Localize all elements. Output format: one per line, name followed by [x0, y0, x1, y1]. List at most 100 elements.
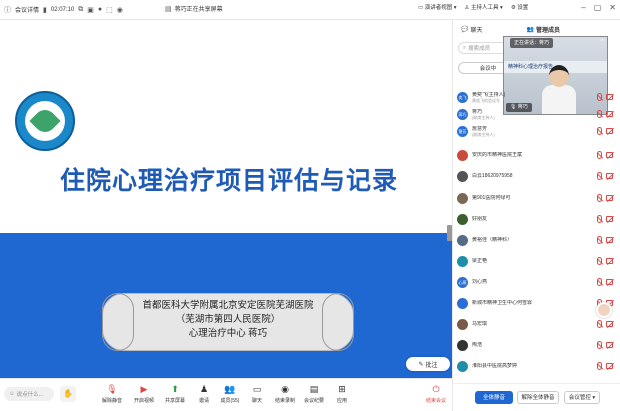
mic-muted-icon[interactable] — [597, 362, 602, 370]
member-status-icons — [597, 341, 613, 349]
member-status-icons — [597, 215, 613, 223]
camera-icon[interactable]: ● — [98, 6, 102, 13]
floating-avatar[interactable] — [596, 302, 612, 318]
camera-off-icon[interactable] — [606, 342, 613, 348]
camera-off-icon[interactable] — [606, 152, 613, 158]
member-row[interactable]: 白云18620975958 — [457, 169, 617, 183]
host-tools-button[interactable]: ♙ 主持人工具 ▾ — [465, 3, 503, 11]
mic-muted-icon[interactable] — [597, 257, 602, 265]
chat-tab-icon: 💬 — [461, 26, 469, 33]
collapse-video-icon[interactable]: ⌃ — [599, 38, 605, 46]
mic-muted-icon[interactable] — [597, 127, 602, 135]
member-name-text: 刘心燕 — [472, 279, 488, 285]
mic-muted-icon[interactable] — [597, 278, 602, 286]
raise-hand-icon[interactable]: ✋ — [60, 386, 76, 402]
invite-button[interactable]: ♟ 邀请 — [192, 384, 216, 404]
chat-button[interactable]: ▭ 聊天 — [245, 384, 269, 404]
member-row[interactable]: 蒋巧 蒋巧 (联席主持人) — [457, 107, 617, 121]
now-speaking-label: 正在讲话：蒋巧 — [510, 38, 554, 48]
camera-off-icon[interactable] — [606, 363, 613, 369]
member-status-icons — [597, 127, 613, 135]
tab-chat[interactable]: 💬 聊天 — [453, 25, 491, 34]
caption-line-1: 首都医科大学附属北京安定医院芜湖医院 — [142, 301, 314, 311]
stop-recording-button[interactable]: ◉ 结束录制 — [273, 384, 297, 404]
mic-muted-icon[interactable] — [597, 236, 602, 244]
camera-off-icon: ▶ — [140, 384, 148, 394]
mic-muted-icon[interactable] — [597, 215, 602, 223]
camera-off-icon[interactable] — [606, 173, 613, 179]
member-row[interactable]: 心燕 刘心燕 — [457, 275, 617, 289]
mic-muted-icon[interactable] — [597, 194, 602, 202]
meeting-info-icon[interactable]: ⓘ — [4, 5, 11, 15]
unmute-button[interactable]: 🎙 解除静音 — [100, 384, 124, 404]
member-row[interactable]: 淮阳县中医院高梦婷 — [457, 359, 617, 373]
avatar — [457, 213, 468, 225]
member-name: 第901医院何绿可 — [472, 195, 510, 201]
share-screen-button[interactable]: ⬆ 共享屏幕 — [163, 384, 187, 404]
caption-line-3: 心理治疗中心 蒋巧 — [188, 329, 268, 339]
minimize-icon[interactable]: – — [581, 3, 585, 12]
avatar — [457, 318, 468, 330]
mute-all-button[interactable]: 全体静音 — [475, 391, 513, 404]
invite-icon: ♟ — [199, 384, 209, 394]
annotate-button[interactable]: ✎ 批注 — [406, 357, 450, 371]
popout-icon[interactable]: ⧉ — [78, 6, 83, 14]
member-row[interactable]: 奕飞 黄奕飞(主持人) 黄奕飞的会议号 — [457, 90, 617, 104]
mic-muted-icon[interactable] — [597, 151, 602, 159]
mic-muted-icon[interactable] — [597, 110, 602, 118]
camera-off-icon[interactable] — [606, 258, 613, 264]
maximize-icon[interactable]: ▢ — [594, 3, 602, 12]
member-name: 新城市精神卫生中心何雪霏 — [472, 300, 532, 306]
avatar: 奕飞 — [457, 91, 468, 103]
members-button[interactable]: 👥 成员(55) — [218, 384, 242, 404]
camera-off-icon[interactable] — [606, 216, 613, 222]
member-row[interactable]: 马宏琪 — [457, 317, 617, 331]
mic-muted-icon[interactable] — [597, 341, 602, 349]
camera-off-icon[interactable] — [606, 321, 613, 327]
member-row[interactable]: 安庆的市精神医院王斌 — [457, 148, 617, 162]
mic-muted-icon[interactable] — [597, 172, 602, 180]
say-something-input[interactable]: ☺ 说点什么... — [4, 387, 54, 401]
end-call-icon: ⏻ — [432, 384, 440, 394]
camera-off-icon[interactable] — [606, 237, 613, 243]
apps-button[interactable]: ⊞ 应用 — [330, 384, 354, 404]
slide-title: 住院心理治疗项目评估与记录 — [60, 168, 399, 195]
member-name: 陶浩 — [472, 342, 482, 348]
caption-line-2: （芜湖市第四人民医院） — [175, 315, 281, 325]
minutes-icon: ▤ — [309, 384, 319, 394]
mic-muted-icon[interactable] — [597, 320, 602, 328]
annotate-label: 批注 — [425, 362, 438, 369]
slide-caption-box: 首都医科大学附属北京安定医院芜湖医院 （芜湖市第四人民医院） 心理治疗中心 蒋巧 — [102, 293, 354, 351]
member-row[interactable]: 陶浩 — [457, 338, 617, 352]
settings-button[interactable]: ⚙ 设置 — [511, 3, 528, 11]
member-row[interactable]: 新城市精神卫生中心何雪霏 — [457, 296, 617, 310]
meeting-control-button[interactable]: 会议管控 ▾ — [564, 391, 600, 404]
speaker-view-button[interactable]: ▭ 演讲者视图 ▾ — [418, 3, 457, 11]
fullscreen-icon[interactable]: ⬚ — [106, 6, 113, 14]
camera-off-icon[interactable] — [606, 128, 613, 134]
meeting-details-link[interactable]: 会议详情 — [15, 5, 39, 14]
member-role: (联席主持人) — [472, 114, 495, 120]
camera-off-icon[interactable] — [606, 195, 613, 201]
avatar: 慧芳 — [457, 125, 468, 137]
close-icon[interactable]: ✕ — [609, 3, 616, 12]
avatar: 蒋巧 — [457, 108, 468, 120]
member-row[interactable]: 第901医院何绿可 — [457, 191, 617, 205]
mic-muted-icon[interactable] — [597, 93, 602, 101]
member-row[interactable]: 慧芳 詹慧芳 (联席主持人) — [457, 124, 617, 138]
tab-manage-members[interactable]: 👥 管理成员 — [519, 25, 569, 34]
unmute-all-button[interactable]: 解除全体静音 — [517, 391, 559, 404]
meeting-minutes-button[interactable]: ▤ 会议纪要 — [302, 384, 326, 404]
camera-off-icon[interactable] — [606, 111, 613, 117]
start-video-button[interactable]: ▶ 开启视频 — [132, 384, 156, 404]
member-row[interactable]: 梁正艳 — [457, 254, 617, 268]
members-icon: 👥 — [224, 384, 236, 394]
camera-off-icon[interactable] — [606, 279, 613, 285]
member-status-icons — [597, 110, 613, 118]
camera-off-icon[interactable] — [606, 94, 613, 100]
view-icon[interactable]: ▣ — [87, 6, 94, 14]
end-meeting-button[interactable]: ⏻ 结束会议 — [424, 384, 448, 404]
member-row[interactable]: 好朋友 — [457, 212, 617, 226]
member-name: 好朋友 — [472, 216, 487, 222]
member-row[interactable]: 黄裕佳（精神科） — [457, 233, 617, 247]
